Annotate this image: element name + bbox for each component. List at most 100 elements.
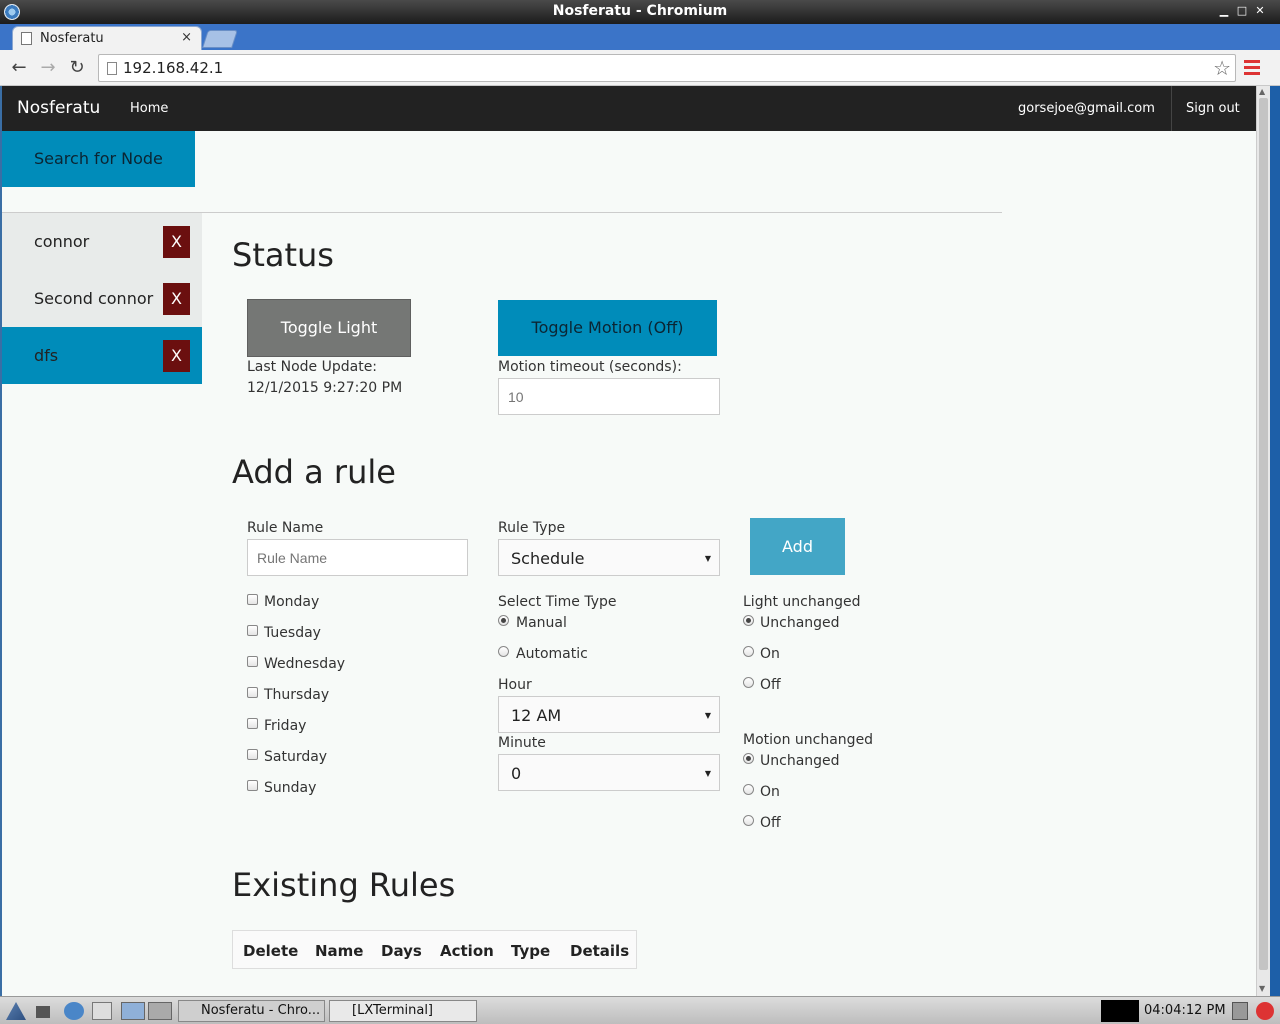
dropdown-caret-icon: ▼ <box>704 711 711 720</box>
page-scrollbar[interactable]: ▲ ▼ <box>1256 86 1270 996</box>
node-label[interactable]: dfs <box>34 346 58 365</box>
bookmark-star-icon[interactable]: ☆ <box>1213 56 1231 80</box>
node-item-second-connor[interactable]: Second connor X <box>2 270 202 327</box>
nav-divider <box>1171 86 1172 131</box>
tab-strip: Nosferatu × <box>0 24 1280 50</box>
scrollbar-thumb[interactable] <box>1259 98 1268 970</box>
back-icon[interactable]: ← <box>7 56 31 80</box>
rule-type-select[interactable]: Schedule ▼ <box>498 539 720 576</box>
day-label: Friday <box>264 718 307 734</box>
wednesday-checkbox[interactable] <box>247 656 258 667</box>
day-label: Thursday <box>264 687 330 703</box>
browser-menu-icon[interactable] <box>1244 60 1260 76</box>
column-header: Type <box>511 942 551 960</box>
search-for-node-button[interactable]: Search for Node <box>2 131 195 187</box>
browser-toolbar: ← → ↻ 192.168.42.1 ☆ <box>0 50 1280 86</box>
radio-label: Automatic <box>516 646 588 662</box>
cpu-monitor <box>1101 1000 1139 1022</box>
tab-close-icon[interactable]: × <box>181 30 192 45</box>
start-menu-icon[interactable] <box>6 1002 26 1020</box>
node-label[interactable]: connor <box>34 232 89 251</box>
motion-off-radio[interactable] <box>743 815 754 826</box>
minute-select[interactable]: 0 ▼ <box>498 754 720 791</box>
rules-table: Delete Name Days Action Type Details <box>232 930 637 969</box>
motion-timeout-label: Motion timeout (seconds): <box>498 359 682 375</box>
friday-checkbox[interactable] <box>247 718 258 729</box>
motion-on-radio[interactable] <box>743 784 754 795</box>
radio-label: Unchanged <box>760 615 840 631</box>
scroll-up-icon[interactable]: ▲ <box>1259 87 1265 96</box>
user-email-link[interactable]: gorsejoe@gmail.com <box>1018 101 1155 116</box>
task-label: [LXTerminal] <box>352 1003 434 1018</box>
top-navbar: Nosferatu Home gorsejoe@gmail.com Sign o… <box>2 86 1256 131</box>
show-desktop-icon[interactable] <box>36 1006 50 1018</box>
radio-label: On <box>760 784 780 800</box>
saturday-checkbox[interactable] <box>247 749 258 760</box>
sign-out-link[interactable]: Sign out <box>1186 101 1240 116</box>
automatic-radio[interactable] <box>498 646 509 657</box>
motion-unchanged-radio[interactable] <box>743 753 754 764</box>
power-icon[interactable] <box>1256 1002 1274 1020</box>
new-tab-button[interactable] <box>202 30 238 48</box>
page-viewport: Nosferatu Home gorsejoe@gmail.com Sign o… <box>2 86 1256 996</box>
rule-name-label: Rule Name <box>247 520 324 536</box>
browser-launcher-icon[interactable] <box>64 1002 84 1020</box>
toggle-light-button[interactable]: Toggle Light <box>247 299 411 357</box>
url-text[interactable]: 192.168.42.1 <box>123 59 223 77</box>
tab-title: Nosferatu <box>40 31 104 46</box>
day-label: Sunday <box>264 780 317 796</box>
clock: 04:04:12 PM <box>1144 1003 1226 1018</box>
toggle-motion-button[interactable]: Toggle Motion (Off) <box>498 300 717 356</box>
thursday-checkbox[interactable] <box>247 687 258 698</box>
maximize-button[interactable]: □ <box>1234 3 1250 19</box>
address-bar[interactable]: 192.168.42.1 ☆ <box>98 54 1236 82</box>
node-item-dfs[interactable]: dfs X <box>2 327 202 384</box>
keyboard-icon[interactable] <box>1232 1002 1248 1020</box>
manual-radio[interactable] <box>498 615 509 626</box>
node-item-connor[interactable]: connor X <box>2 213 202 270</box>
rule-name-input[interactable] <box>247 539 468 576</box>
light-unchanged-radio[interactable] <box>743 615 754 626</box>
node-label[interactable]: Second connor <box>34 289 153 308</box>
browser-tab[interactable]: Nosferatu × <box>12 26 202 50</box>
remove-node-button[interactable]: X <box>163 340 190 372</box>
scroll-down-icon[interactable]: ▼ <box>1259 984 1265 993</box>
existing-rules-heading: Existing Rules <box>232 866 456 904</box>
last-update-label: Last Node Update: <box>247 359 378 375</box>
desktop-background <box>1270 86 1280 996</box>
hour-select[interactable]: 12 AM ▼ <box>498 696 720 733</box>
status-heading: Status <box>232 236 334 274</box>
add-rule-button[interactable]: Add <box>750 518 845 575</box>
minimize-button[interactable]: ▁ <box>1216 3 1232 19</box>
file-manager-icon[interactable] <box>92 1002 112 1020</box>
motion-timeout-input[interactable] <box>498 378 720 415</box>
radio-label: Off <box>760 815 781 831</box>
column-header: Days <box>381 942 422 960</box>
light-on-radio[interactable] <box>743 646 754 657</box>
nav-home-link[interactable]: Home <box>130 101 168 116</box>
last-update-value: 12/1/2015 9:27:20 PM <box>247 380 403 396</box>
window-title: Nosferatu - Chromium <box>552 3 728 19</box>
workspace-2-icon[interactable] <box>148 1002 172 1020</box>
time-type-label: Select Time Type <box>498 594 617 610</box>
monday-checkbox[interactable] <box>247 594 258 605</box>
rule-type-label: Rule Type <box>498 520 566 536</box>
reload-icon[interactable]: ↻ <box>65 56 89 80</box>
column-header: Action <box>440 942 494 960</box>
radio-label: On <box>760 646 780 662</box>
dropdown-caret-icon: ▼ <box>704 554 711 563</box>
tuesday-checkbox[interactable] <box>247 625 258 636</box>
brand-link[interactable]: Nosferatu <box>17 98 100 118</box>
remove-node-button[interactable]: X <box>163 283 190 315</box>
remove-node-button[interactable]: X <box>163 226 190 258</box>
light-off-radio[interactable] <box>743 677 754 688</box>
task-label: Nosferatu - Chro... <box>201 1003 321 1018</box>
taskbar-terminal-task[interactable]: [LXTerminal] <box>329 1000 477 1022</box>
day-label: Wednesday <box>264 656 346 672</box>
close-window-button[interactable]: ✕ <box>1252 3 1268 19</box>
forward-icon[interactable]: → <box>36 56 60 80</box>
minute-value: 0 <box>511 764 522 783</box>
taskbar-chromium-task[interactable]: Nosferatu - Chro... <box>178 1000 325 1022</box>
workspace-1-icon[interactable] <box>121 1002 145 1020</box>
sunday-checkbox[interactable] <box>247 780 258 791</box>
